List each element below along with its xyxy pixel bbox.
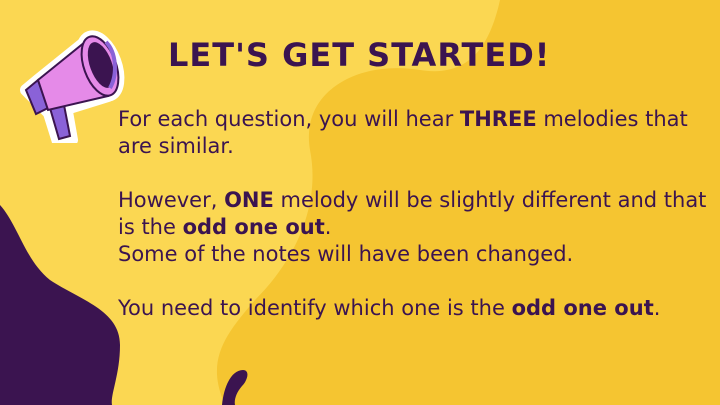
emphasis-odd-one-out: odd one out [182,215,325,239]
emphasis-three: THREE [459,107,537,131]
instructions-text: For each question, you will hear THREE m… [118,106,708,322]
emphasis-one: ONE [224,188,274,212]
instruction-paragraph-1: For each question, you will hear THREE m… [118,107,688,158]
page-title: LET'S GET STARTED! [168,36,551,74]
dark-purple-blob-shape [0,205,120,405]
instruction-paragraph-4: You need to identify which one is the od… [118,296,661,320]
emphasis-odd-one-out-2: odd one out [511,296,654,320]
instruction-paragraph-3: Some of the notes will have been changed… [118,242,574,266]
instruction-paragraph-2: However, ONE melody will be slightly dif… [118,188,707,239]
